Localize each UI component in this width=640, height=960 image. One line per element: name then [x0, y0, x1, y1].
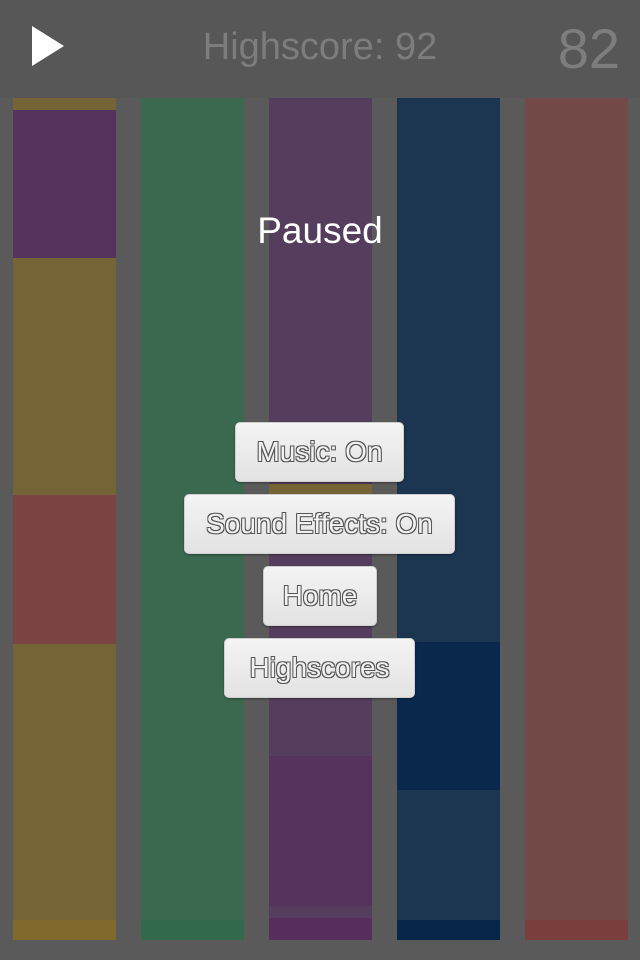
block-yellow [13, 644, 116, 920]
top-bar: Highscore: 92 82 [0, 0, 640, 98]
block-dim-purple [269, 906, 372, 918]
music-toggle-button[interactable]: Music: On [235, 422, 404, 482]
highscores-button[interactable]: Highscores [224, 638, 415, 698]
sound-effects-toggle-button[interactable]: Sound Effects: On [184, 494, 455, 554]
block-purple [269, 756, 372, 906]
block-yellow [13, 258, 116, 495]
block-green-bottom [141, 920, 244, 940]
block-yellow-bottom [13, 920, 116, 940]
block-dark-blue [397, 98, 500, 642]
block-red-bottom [525, 920, 628, 940]
block-yellow [13, 98, 116, 110]
paused-title: Paused [257, 210, 383, 251]
block-dark-blue [397, 790, 500, 920]
block-purple-bottom [269, 918, 372, 940]
current-score: 82 [557, 17, 620, 80]
home-button[interactable]: Home [263, 566, 377, 626]
block-blue-bottom [397, 920, 500, 940]
highscore-label: Highscore: 92 [202, 26, 438, 68]
block-red [13, 495, 116, 644]
